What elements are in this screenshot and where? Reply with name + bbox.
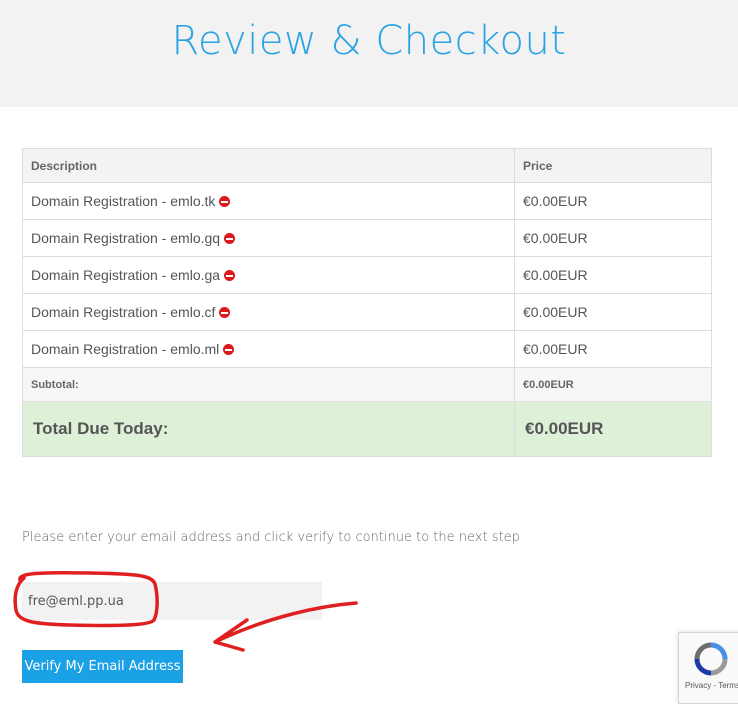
table-row: Domain Registration - emlo.ml €0.00EUR — [22, 330, 712, 368]
total-label: Total Due Today: — [22, 401, 515, 457]
table-row: Domain Registration - emlo.gq €0.00EUR — [22, 219, 712, 257]
column-header-price: Price — [514, 148, 712, 183]
remove-icon[interactable] — [219, 307, 231, 318]
item-price: €0.00EUR — [514, 219, 712, 257]
item-price: €0.00EUR — [514, 330, 712, 368]
remove-icon[interactable] — [224, 233, 236, 244]
item-description: Domain Registration - emlo.ga — [31, 267, 221, 283]
item-description: Domain Registration - emlo.tk — [31, 193, 216, 209]
item-cell: Domain Registration - emlo.tk — [22, 182, 515, 220]
item-cell: Domain Registration - emlo.cf — [22, 293, 515, 331]
item-cell: Domain Registration - emlo.ml — [22, 330, 515, 368]
total-row: Total Due Today: €0.00EUR — [22, 401, 712, 457]
verify-instructions: Please enter your email address and clic… — [22, 530, 520, 545]
remove-icon[interactable] — [219, 196, 231, 207]
column-header-description: Description — [22, 148, 515, 183]
remove-icon[interactable] — [224, 270, 236, 281]
table-row: Domain Registration - emlo.tk €0.00EUR — [22, 182, 712, 220]
remove-icon[interactable] — [223, 344, 235, 355]
recaptcha-links[interactable]: Privacy - Terms — [685, 681, 738, 690]
item-description: Domain Registration - emlo.cf — [31, 304, 216, 320]
page-title: Review & Checkout — [171, 18, 567, 64]
total-value: €0.00EUR — [514, 401, 712, 457]
item-description: Domain Registration - emlo.ml — [31, 341, 220, 357]
subtotal-value: €0.00EUR — [514, 367, 712, 402]
subtotal-label: Subtotal: — [22, 367, 515, 402]
table-row: Domain Registration - emlo.cf €0.00EUR — [22, 293, 712, 331]
table-row: Domain Registration - emlo.ga €0.00EUR — [22, 256, 712, 294]
item-cell: Domain Registration - emlo.ga — [22, 256, 515, 294]
cart-table: Description Price Domain Registration - … — [22, 148, 712, 457]
recaptcha-logo-icon — [694, 642, 728, 676]
item-price: €0.00EUR — [514, 256, 712, 294]
item-price: €0.00EUR — [514, 293, 712, 331]
item-cell: Domain Registration - emlo.gq — [22, 219, 515, 257]
item-description: Domain Registration - emlo.gq — [31, 230, 221, 246]
item-price: €0.00EUR — [514, 182, 712, 220]
subtotal-row: Subtotal: €0.00EUR — [22, 367, 712, 402]
verify-email-button[interactable]: Verify My Email Address — [22, 650, 183, 683]
table-header-row: Description Price — [22, 148, 712, 183]
page-header: Review & Checkout — [0, 0, 738, 107]
email-field[interactable] — [22, 582, 322, 620]
recaptcha-badge[interactable]: Privacy - Terms — [678, 632, 738, 704]
